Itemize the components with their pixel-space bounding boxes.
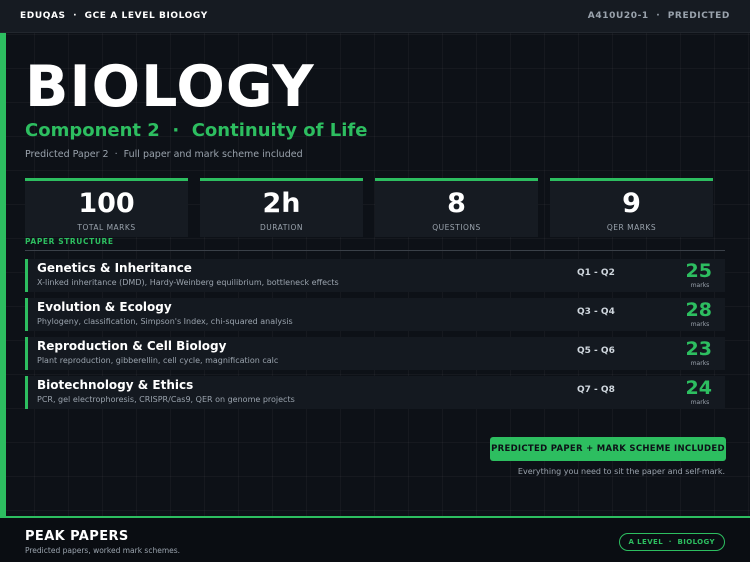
stat-questions: 8 QUESTIONS xyxy=(375,178,538,237)
component-subtitle: Component 2 · Continuity of Life xyxy=(25,120,368,141)
structure-row-biotechnology: Biotechnology & Ethics PCR, gel electrop… xyxy=(25,376,725,409)
stat-label: QER MARKS xyxy=(606,223,657,232)
row-title: Reproduction & Cell Biology xyxy=(37,339,227,353)
top-bar: EDUQAS · GCE A LEVEL BIOLOGY A410U20-1 ·… xyxy=(0,0,750,33)
row-questions: Q5 - Q6 xyxy=(577,346,615,356)
row-marks-unit: marks xyxy=(690,321,710,328)
row-marks-unit: marks xyxy=(690,282,710,289)
row-marks: 24 xyxy=(685,377,712,399)
structure-row-reproduction: Reproduction & Cell Biology Plant reprod… xyxy=(25,337,725,370)
structure-row-genetics: Genetics & Inheritance X-linked inherita… xyxy=(25,259,725,292)
row-marks: 23 xyxy=(685,338,712,360)
row-title: Evolution & Ecology xyxy=(37,300,172,314)
stat-label: QUESTIONS xyxy=(432,223,481,232)
stat-value: 8 xyxy=(447,188,466,219)
stat-label: DURATION xyxy=(259,223,304,232)
stat-label: TOTAL MARKS xyxy=(77,223,136,232)
stat-value: 2h xyxy=(262,188,301,219)
stat-duration: 2h DURATION xyxy=(200,178,363,237)
row-marks: 28 xyxy=(685,299,712,321)
row-description: Phylogeny, classification, Simpson's Ind… xyxy=(37,317,293,326)
stat-value: 9 xyxy=(622,188,641,219)
exam-board-label: EDUQAS · GCE A LEVEL BIOLOGY xyxy=(20,11,208,21)
row-description: PCR, gel electrophoresis, CRISPR/Cas9, Q… xyxy=(37,395,295,404)
row-questions: Q1 - Q2 xyxy=(577,268,615,278)
row-marks-unit: marks xyxy=(690,399,710,406)
footer: PEAK PAPERS Predicted papers, worked mar… xyxy=(0,516,750,562)
accent-bar xyxy=(0,33,6,516)
stat-total-marks: 100 TOTAL MARKS xyxy=(25,178,188,237)
structure-row-evolution: Evolution & Ecology Phylogeny, classific… xyxy=(25,298,725,331)
page-title: BIOLOGY xyxy=(25,54,315,120)
brand-tagline: Predicted papers, worked mark schemes. xyxy=(25,546,181,555)
row-description: Plant reproduction, gibberellin, cell cy… xyxy=(37,356,279,365)
row-title: Biotechnology & Ethics xyxy=(37,378,194,392)
stats-row: 100 TOTAL MARKS 2h DURATION 8 QUESTIONS … xyxy=(25,178,713,237)
row-marks: 25 xyxy=(685,260,712,282)
structure-list: Genetics & Inheritance X-linked inherita… xyxy=(25,259,725,415)
stat-value: 100 xyxy=(78,188,135,219)
row-questions: Q7 - Q8 xyxy=(577,385,615,395)
level-subject-badge: A LEVEL · BIOLOGY xyxy=(618,533,725,551)
row-title: Genetics & Inheritance xyxy=(37,261,192,275)
cta-note: Everything you need to sit the paper and… xyxy=(517,467,725,476)
row-description: X-linked inheritance (DMD), Hardy-Weinbe… xyxy=(37,278,339,287)
paper-code-label: A410U20-1 · PREDICTED xyxy=(587,11,730,21)
paper-description: Predicted Paper 2 · Full paper and mark … xyxy=(25,149,303,160)
mark-scheme-included-button[interactable]: PREDICTED PAPER + MARK SCHEME INCLUDED xyxy=(490,437,726,461)
row-questions: Q3 - Q4 xyxy=(577,307,615,317)
row-marks-unit: marks xyxy=(690,360,710,367)
section-label: PAPER STRUCTURE xyxy=(25,237,114,246)
brand-name: PEAK PAPERS xyxy=(25,529,129,544)
stat-qer-marks: 9 QER MARKS xyxy=(550,178,713,237)
section-divider xyxy=(25,250,725,251)
